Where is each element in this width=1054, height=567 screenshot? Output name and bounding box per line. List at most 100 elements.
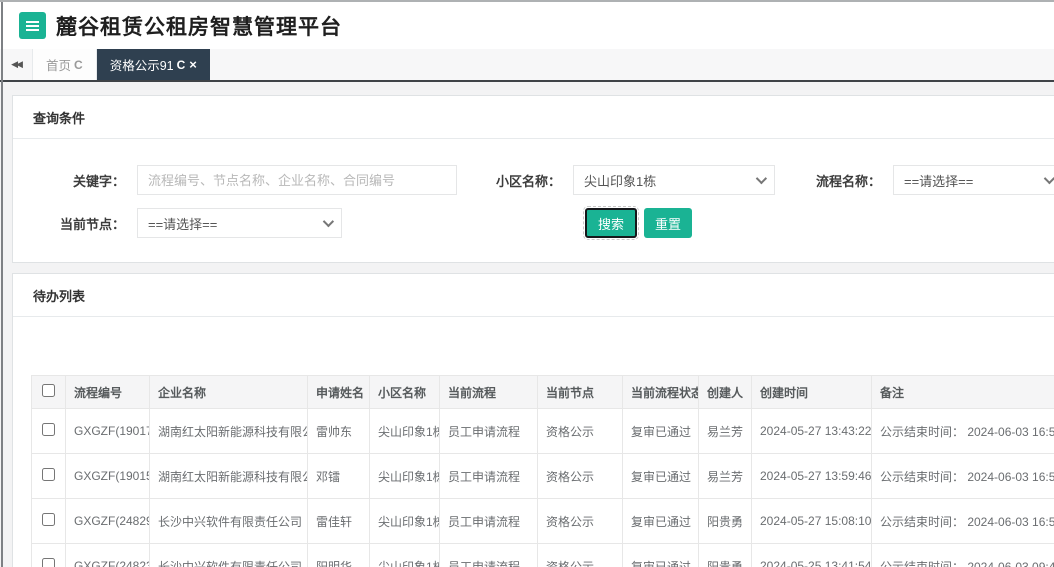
table-header-row: 流程编号 企业名称 申请姓名 小区名称 当前流程 当前节点 当前流程状态 创建人 创建时间 备注: [31, 375, 1054, 409]
column-header: 小区名称: [369, 375, 440, 409]
app-title: 麓谷租赁公租房智慧管理平台: [56, 15, 342, 39]
row-checkbox-cell: [31, 543, 66, 567]
table-cell: 2024-05-25 13:41:54: [751, 543, 872, 567]
table-cell: 阳明华: [307, 543, 370, 567]
current-node-select[interactable]: ==请选择==: [137, 208, 342, 238]
chevron-down-icon: [322, 215, 335, 228]
tab-bar: ◀◀ 首页 C 资格公示91 C ×: [0, 49, 1054, 82]
content-area: 查询条件 关键字： 小区名称： 尖山印象1栋 流程名称： ==请选择== 当前节…: [0, 82, 1054, 567]
row-checkbox-cell: [31, 453, 66, 499]
table-cell: GXGZF(19017): [65, 408, 150, 454]
double-left-arrow-icon: ◀◀: [11, 59, 23, 69]
refresh-icon[interactable]: C: [177, 58, 186, 72]
close-icon[interactable]: ×: [189, 57, 197, 72]
column-header: 申请姓名: [307, 375, 370, 409]
column-header: 流程编号: [65, 375, 150, 409]
table-cell: 邓镭: [307, 453, 370, 499]
table-cell: GXGZF(24823): [65, 543, 150, 567]
query-panel: 查询条件 关键字： 小区名称： 尖山印象1栋 流程名称： ==请选择== 当前节…: [12, 95, 1054, 263]
community-label: 小区名称：: [495, 173, 561, 189]
table-cell: 雷帅东: [307, 408, 370, 454]
table-cell: 资格公示: [537, 543, 623, 567]
table-cell: 长沙中兴软件有限责任公司: [149, 543, 308, 567]
tab-qualification-publicity[interactable]: 资格公示91 C ×: [96, 49, 210, 80]
column-header: 创建时间: [751, 375, 872, 409]
table-cell: 湖南红太阳新能源科技有限公司: [149, 408, 308, 454]
tab-label: 首页: [46, 59, 72, 73]
table-cell: 雷佳轩: [307, 498, 370, 544]
table-cell: 2024-05-27 15:08:10: [751, 498, 872, 544]
select-value: ==请选择==: [148, 216, 218, 232]
todo-table: 流程编号 企业名称 申请姓名 小区名称 当前流程 当前节点 当前流程状态 创建人 创建时间 备注 …: [31, 375, 1054, 567]
todo-table-wrap: 流程编号 企业名称 申请姓名 小区名称 当前流程 当前节点 当前流程状态 创建人 创建时间 备注 …: [31, 375, 1054, 567]
table-cell: 公示结束时间： 2024-06-03 16:54:52: [871, 498, 1054, 544]
select-value: 尖山印象1栋: [584, 173, 657, 189]
search-button[interactable]: 搜索: [582, 206, 640, 240]
table-cell: 员工申请流程: [439, 408, 538, 454]
table-cell: 公示结束时间： 2024-06-03 16:55:12: [871, 408, 1054, 454]
table-cell: 阳贵勇: [698, 543, 752, 567]
keyword-input[interactable]: [137, 165, 457, 195]
table-cell: 尖山印象1栋: [369, 453, 440, 499]
table-cell: 长沙中兴软件有限责任公司: [149, 498, 308, 544]
table-row: GXGZF(24823) 长沙中兴软件有限责任公司 阳明华 尖山印象1栋 员工申请流程资…: [31, 543, 1054, 567]
keyword-label: 关键字：: [72, 173, 125, 189]
table-cell: 2024-05-27 13:43:22: [751, 408, 872, 454]
table-cell: 尖山印象1栋: [369, 543, 440, 567]
process-name-select[interactable]: ==请选择==: [893, 165, 1054, 195]
window-left-edge: [1, 2, 3, 567]
chevron-down-icon: [755, 172, 768, 185]
table-cell: 复审已通过: [622, 408, 699, 454]
tabs-collapse-button[interactable]: ◀◀: [0, 49, 32, 80]
table-cell: GXGZF(24829): [65, 498, 150, 544]
menu-toggle-button[interactable]: [19, 12, 46, 39]
tab-home[interactable]: 首页 C: [32, 49, 97, 80]
tab-label: 资格公示91: [109, 59, 174, 73]
select-all-checkbox[interactable]: [42, 384, 55, 397]
hamburger-icon: [26, 24, 39, 27]
table-cell: 2024-05-27 13:59:46: [751, 453, 872, 499]
refresh-icon[interactable]: C: [74, 58, 83, 72]
column-header: 企业名称: [149, 375, 308, 409]
table-cell: 员工申请流程: [439, 498, 538, 544]
row-checkbox[interactable]: [42, 423, 55, 436]
app-header: 麓谷租赁公租房智慧管理平台: [0, 2, 1054, 49]
row-checkbox[interactable]: [42, 558, 55, 567]
table-cell: 尖山印象1栋: [369, 408, 440, 454]
process-name-label: 流程名称：: [815, 173, 881, 189]
table-cell: 公示结束时间： 2024-06-03 16:55:03: [871, 453, 1054, 499]
table-cell: 员工申请流程: [439, 453, 538, 499]
column-header: 当前流程: [439, 375, 538, 409]
table-cell: 易兰芳: [698, 408, 752, 454]
table-cell: 公示结束时间： 2024-06-03 09:43:20: [871, 543, 1054, 567]
table-row: GXGZF(19015)湖南红太阳新能源科技有限公司邓镭尖山印象1栋员工申请流程…: [31, 453, 1054, 499]
row-checkbox[interactable]: [42, 468, 55, 481]
table-cell: 尖山印象1栋: [369, 498, 440, 544]
todo-panel-title: 待办列表: [13, 274, 1054, 317]
current-node-label: 当前节点：: [59, 216, 125, 232]
table-cell: 复审已通过: [622, 543, 699, 567]
table-cell: 资格公示: [537, 453, 623, 499]
table-cell: GXGZF(19015): [65, 453, 150, 499]
column-header: 当前流程状态: [622, 375, 699, 409]
row-checkbox-cell: [31, 498, 66, 544]
table-cell: 易兰芳: [698, 453, 752, 499]
row-checkbox[interactable]: [42, 513, 55, 526]
select-value: ==请选择==: [904, 173, 974, 189]
table-cell: 阳贵勇: [698, 498, 752, 544]
table-row: GXGZF(19017)湖南红太阳新能源科技有限公司雷帅东尖山印象1栋员工申请流…: [31, 408, 1054, 454]
table-cell: 员工申请流程: [439, 543, 538, 567]
query-panel-title: 查询条件: [13, 96, 1054, 139]
query-form: 关键字： 小区名称： 尖山印象1栋 流程名称： ==请选择== 当前节点： ==…: [13, 139, 1054, 262]
row-checkbox-cell: [31, 408, 66, 454]
table-row: GXGZF(24829) 长沙中兴软件有限责任公司 雷佳轩 尖山印象1栋 员工申请流程资…: [31, 498, 1054, 544]
table-cell: 资格公示: [537, 408, 623, 454]
column-header: 创建人: [698, 375, 752, 409]
table-cell: 资格公示: [537, 498, 623, 544]
community-select[interactable]: 尖山印象1栋: [573, 165, 775, 195]
todo-panel: 待办列表 流程编号 企业名称 申请姓名 小区名称 当前流程 当前节点 当前流程状态 创建人 创建…: [12, 273, 1054, 567]
chevron-down-icon: [1043, 172, 1054, 185]
table-body: GXGZF(19017)湖南红太阳新能源科技有限公司雷帅东尖山印象1栋员工申请流…: [31, 408, 1054, 567]
reset-button[interactable]: 重置: [644, 208, 693, 238]
column-header: 当前节点: [537, 375, 623, 409]
